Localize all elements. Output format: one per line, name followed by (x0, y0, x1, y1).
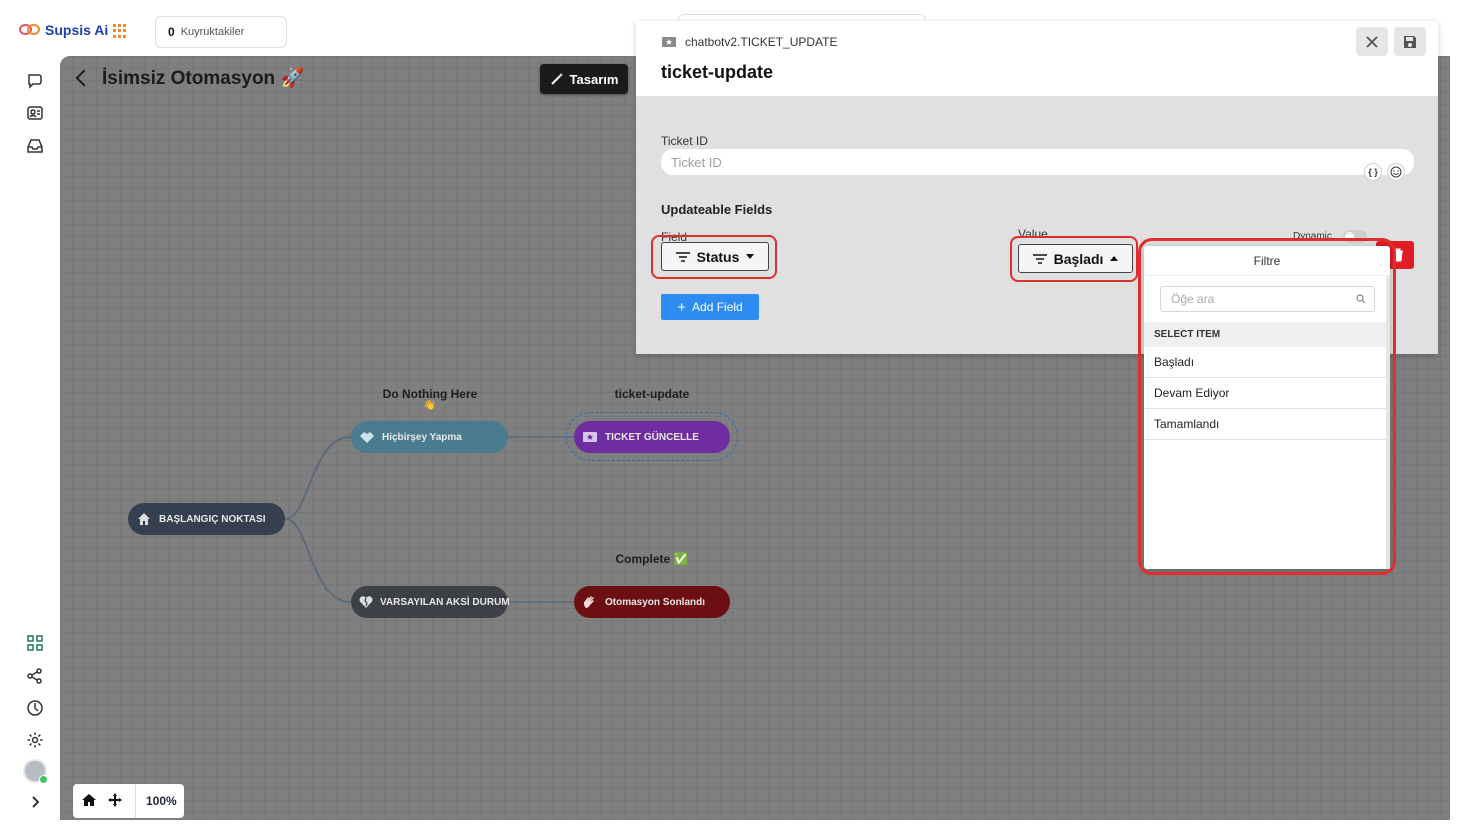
save-button[interactable] (1394, 27, 1426, 56)
dashboard-icon[interactable] (26, 634, 44, 652)
ticket-icon (662, 37, 676, 47)
panel-subtitle: chatbotv2.TICKET_UPDATE (685, 35, 838, 49)
close-button[interactable] (1356, 27, 1388, 56)
field-select-value: Status (696, 248, 740, 265)
start-node-label: BAŞLANGIÇ NOKTASI (159, 513, 266, 525)
ticket-icon (582, 429, 598, 445)
ticket-update-node[interactable]: TICKET GÜNCELLE (574, 421, 730, 453)
default-case-node[interactable]: VARSAYILAN AKSİ DURUM (351, 586, 510, 618)
history-icon[interactable] (26, 699, 44, 717)
filter-icon (1032, 253, 1047, 264)
app-window: Supsis Ai 0 Kuyruktakiler İsimsiz Otomas… (10, 10, 1450, 820)
value-select-value: Başladı (1053, 250, 1104, 267)
nothing-node-caption: Do Nothing Here 👋 (370, 387, 490, 411)
contacts-icon[interactable] (26, 104, 44, 122)
add-field-label: Add Field (692, 300, 743, 314)
inbox-icon[interactable] (26, 137, 44, 155)
home-view-icon[interactable] (81, 793, 97, 810)
app-name: Supsis Ai (45, 22, 109, 38)
save-icon (1404, 35, 1416, 48)
user-avatar[interactable] (23, 759, 48, 784)
online-status-dot (39, 775, 48, 784)
move-arrows-icon[interactable] (107, 792, 123, 811)
panel-header: chatbotv2.TICKET_UPDATE ticket-update (636, 21, 1438, 96)
broken-heart-icon (359, 594, 373, 610)
close-icon (1366, 35, 1378, 48)
updateable-fields-title: Updateable Fields (661, 202, 773, 217)
filter-icon (675, 251, 690, 262)
field-select[interactable]: Status (661, 242, 769, 271)
braces-icon: { } (1368, 167, 1378, 177)
dropdown-highlight (1138, 238, 1396, 575)
share-icon[interactable] (26, 667, 44, 685)
expand-chevron-icon[interactable] (26, 793, 44, 811)
home-icon (136, 511, 152, 527)
value-select[interactable]: Başladı (1018, 244, 1133, 273)
side-nav (10, 56, 60, 820)
caret-down-icon (746, 254, 755, 259)
do-nothing-node[interactable]: Hiçbirşey Yapma (351, 421, 508, 453)
queue-counter[interactable]: 0 Kuyruktakiler (155, 16, 287, 48)
app-logo[interactable]: Supsis Ai (19, 22, 108, 38)
add-field-button[interactable]: + Add Field (661, 294, 759, 320)
plus-icon: + (677, 298, 687, 316)
smiley-icon (1390, 166, 1402, 178)
panel-subtitle-row: chatbotv2.TICKET_UPDATE (661, 35, 838, 49)
logo-icon (19, 22, 41, 38)
ticket-id-input[interactable] (661, 149, 1414, 175)
zoom-level[interactable]: 100% (146, 794, 177, 808)
wave-emoji: 👋 (423, 400, 437, 411)
zoom-controls: 100% (73, 784, 184, 818)
variable-braces-button[interactable]: { } (1364, 163, 1382, 181)
automation-end-node[interactable]: Otomasyon Sonlandı (574, 586, 730, 618)
emoji-button[interactable] (1387, 163, 1405, 181)
chat-icon[interactable] (26, 71, 44, 89)
handshake-icon (359, 429, 375, 445)
waving-hand-icon (582, 594, 598, 610)
default-case-node-label: VARSAYILAN AKSİ DURUM (380, 596, 510, 608)
end-node-caption: Complete ✅ (615, 552, 689, 566)
settings-gear-icon[interactable] (26, 731, 44, 749)
queue-label: Kuyruktakiler (180, 26, 245, 38)
do-nothing-node-label: Hiçbirşey Yapma (382, 431, 462, 443)
start-node[interactable]: BAŞLANGIÇ NOKTASI (128, 503, 285, 535)
end-node-label: Otomasyon Sonlandı (605, 596, 706, 608)
zoom-divider (135, 784, 136, 818)
queue-count: 0 (168, 25, 175, 39)
panel-title: ticket-update (661, 62, 774, 82)
ticket-node-label: TICKET GÜNCELLE (605, 431, 699, 443)
apps-grid-icon[interactable] (113, 24, 127, 38)
caret-up-icon (1110, 256, 1119, 261)
ticket-node-caption: ticket-update (614, 387, 690, 401)
ticket-id-label: Ticket ID (661, 134, 708, 148)
